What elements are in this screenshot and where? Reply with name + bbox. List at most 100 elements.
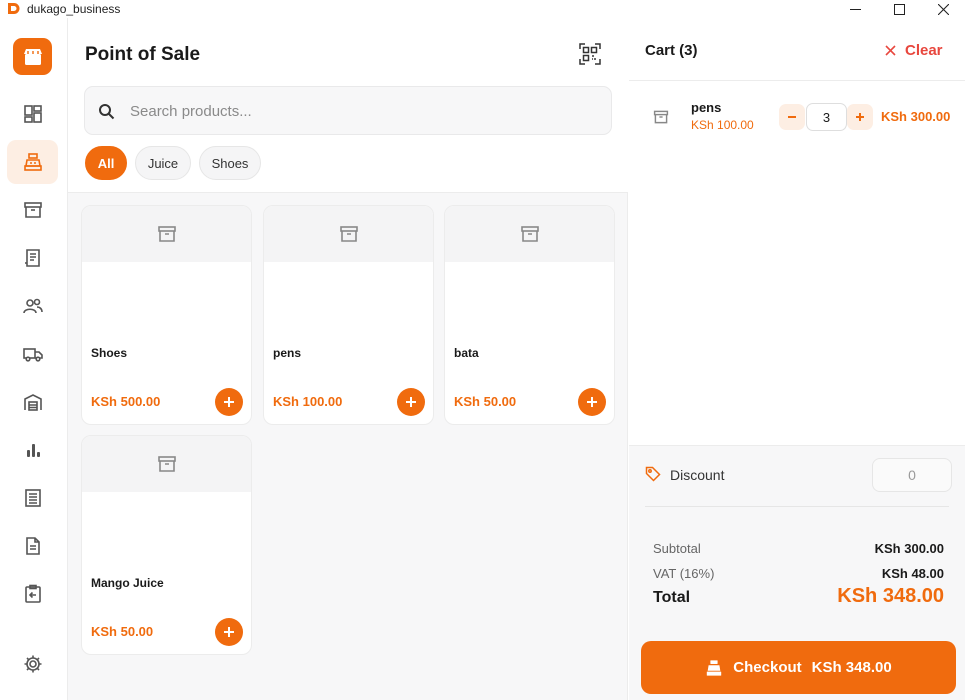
warehouse-icon [23,394,42,411]
ledger-icon [24,489,41,507]
sidebar-item-documents[interactable] [7,524,58,568]
plus-icon [406,397,416,407]
maximize-icon [893,3,905,15]
sidebar-item-dashboard[interactable] [7,92,58,136]
total-label: Total [653,589,691,606]
vat-label: VAT (16%) [653,566,715,581]
quantity-input[interactable] [806,103,847,131]
product-box-icon [157,226,176,242]
cart-title: Cart (3) [645,42,698,59]
search-input[interactable] [130,98,600,124]
inventory-box-icon [23,202,42,218]
clear-cart-button[interactable]: Clear [885,42,943,59]
plus-icon [224,397,234,407]
product-card[interactable]: bata KSh 50.00 [444,205,615,425]
cart-item-name: pens [691,100,722,115]
sidebar-item-settings[interactable] [7,642,58,686]
window-title-bar: dukago_business [0,0,965,18]
app-logo-icon [8,3,20,14]
cart-header: Cart (3) Clear [629,18,965,81]
cash-register-icon [23,153,42,171]
product-thumbnail [264,206,433,262]
minus-icon [788,116,796,118]
storefront-icon [23,48,42,65]
sidebar-item-warehouse[interactable] [7,380,58,424]
cart-items-list: pens KSh 100.00 KSh 300.00 [629,81,965,445]
product-name: bata [454,346,479,360]
sidebar-item-point-of-sale[interactable] [7,140,58,184]
product-box-icon [157,456,176,472]
product-thumbnail [82,206,251,262]
qr-code-icon [579,43,601,65]
minimize-icon [849,8,861,10]
product-box-icon [520,226,539,242]
settings-gear-icon [24,655,41,673]
checkout-label: Checkout [733,659,802,676]
sidebar [0,18,68,700]
category-chip-juice[interactable]: Juice [135,146,191,180]
cash-register-icon [707,659,722,676]
discount-label: Discount [670,467,725,483]
add-to-cart-button[interactable] [215,618,243,646]
scan-qr-button[interactable] [579,43,605,69]
sidebar-item-reports[interactable] [7,428,58,472]
plus-icon [856,113,864,121]
search-icon [99,104,115,120]
sidebar-item-customers[interactable] [7,284,58,328]
pos-panel: Point of Sale All Juice Shoes Shoes KSh … [68,18,628,700]
product-price: KSh 500.00 [91,394,161,409]
subtotal-label: Subtotal [653,541,701,556]
product-name: pens [273,346,302,360]
product-card[interactable]: Mango Juice KSh 50.00 [81,435,252,655]
increase-quantity-button[interactable] [847,104,873,130]
pos-header: Point of Sale All Juice Shoes [68,18,628,193]
cart-item-line-total: KSh 300.00 [881,109,951,124]
product-name: Mango Juice [91,576,164,590]
customers-icon [22,298,43,314]
cart-item-unit-price: KSh 100.00 [691,118,754,132]
sidebar-item-sales[interactable] [7,236,58,280]
sidebar-item-ledger[interactable] [7,476,58,520]
minimize-button[interactable] [832,0,878,18]
product-price: KSh 50.00 [91,624,154,639]
category-chip-all[interactable]: All [85,146,127,180]
decrease-quantity-button[interactable] [779,104,805,130]
discount-input[interactable] [872,458,952,492]
clear-label: Clear [905,42,943,59]
category-chip-shoes[interactable]: Shoes [199,146,261,180]
product-card[interactable]: Shoes KSh 500.00 [81,205,252,425]
vat-value: KSh 48.00 [881,566,944,581]
product-box-icon [653,110,669,124]
checkout-amount: KSh 348.00 [811,659,892,676]
plus-icon [587,397,597,407]
add-to-cart-button[interactable] [578,388,606,416]
sidebar-item-returns[interactable] [7,572,58,616]
delivery-truck-icon [22,348,43,362]
receipt-icon [24,249,40,267]
returns-clipboard-icon [24,584,41,603]
product-thumbnail [445,206,614,262]
reports-chart-icon [26,444,40,457]
product-price: KSh 100.00 [273,394,343,409]
cart-panel: Cart (3) Clear pens KSh 100.00 KSh 300.0… [629,18,965,700]
product-card[interactable]: pens KSh 100.00 [263,205,434,425]
add-to-cart-button[interactable] [215,388,243,416]
product-search [84,86,612,135]
total-value: KSh 348.00 [837,585,944,607]
cart-summary: Discount Subtotal KSh 300.00 VAT (16%) K… [629,445,965,700]
product-box-icon [339,226,358,242]
product-name: Shoes [91,346,128,360]
sidebar-item-inventory[interactable] [7,188,58,232]
divider [645,506,949,507]
dashboard-icon [23,105,42,123]
subtotal-value: KSh 300.00 [874,541,944,556]
close-icon [937,3,949,15]
maximize-button[interactable] [876,0,922,18]
product-price: KSh 50.00 [454,394,517,409]
add-to-cart-button[interactable] [397,388,425,416]
store-logo[interactable] [13,38,52,75]
checkout-button[interactable]: Checkout KSh 348.00 [641,641,956,694]
sidebar-item-deliveries[interactable] [7,332,58,376]
page-title: Point of Sale [85,44,201,65]
close-window-button[interactable] [920,0,965,18]
